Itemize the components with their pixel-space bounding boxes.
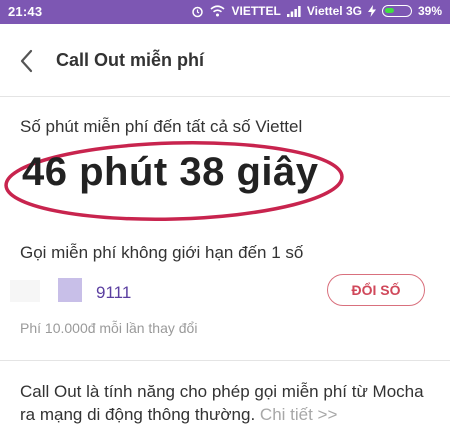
free-minutes-label: Số phút miễn phí đến tất cả số Viettel	[20, 117, 303, 136]
page-title: Call Out miễn phí	[56, 50, 205, 70]
signal-icon-1	[286, 5, 301, 17]
wifi-icon	[210, 5, 226, 17]
app-bar: Call Out miễn phí	[0, 24, 450, 97]
carrier-1: VIETTEL	[231, 4, 281, 18]
battery-percent: 39%	[417, 4, 442, 18]
divider	[0, 360, 450, 361]
description: Call Out là tính năng cho phép gọi miễn …	[20, 380, 440, 426]
description-text: Call Out là tính năng cho phép gọi miễn …	[20, 382, 424, 424]
unlimited-call-label: Gọi miễn phí không giới hạn đến 1 số	[20, 243, 304, 262]
avatar	[58, 278, 82, 302]
status-bar: 21:43 VIETTEL Viettel 3G 39%	[0, 0, 450, 24]
favorite-number: 9111	[96, 283, 132, 302]
contact-placeholder	[10, 280, 40, 302]
back-button[interactable]	[16, 48, 38, 74]
chevron-left-icon	[20, 49, 33, 73]
status-icons: VIETTEL Viettel 3G 39%	[191, 4, 442, 18]
carrier-2: Viettel 3G	[306, 4, 362, 18]
alarm-icon	[192, 6, 204, 17]
status-time: 21:43	[8, 4, 43, 19]
details-link[interactable]: Chi tiết >>	[260, 405, 338, 424]
free-minutes-value: 46 phút 38 giây	[22, 150, 319, 194]
battery-icon	[381, 5, 412, 17]
fee-note: Phí 10.000đ mỗi lần thay đổi	[20, 320, 198, 336]
change-number-button[interactable]: ĐỔI SỐ	[327, 274, 425, 306]
charging-icon	[367, 5, 376, 17]
